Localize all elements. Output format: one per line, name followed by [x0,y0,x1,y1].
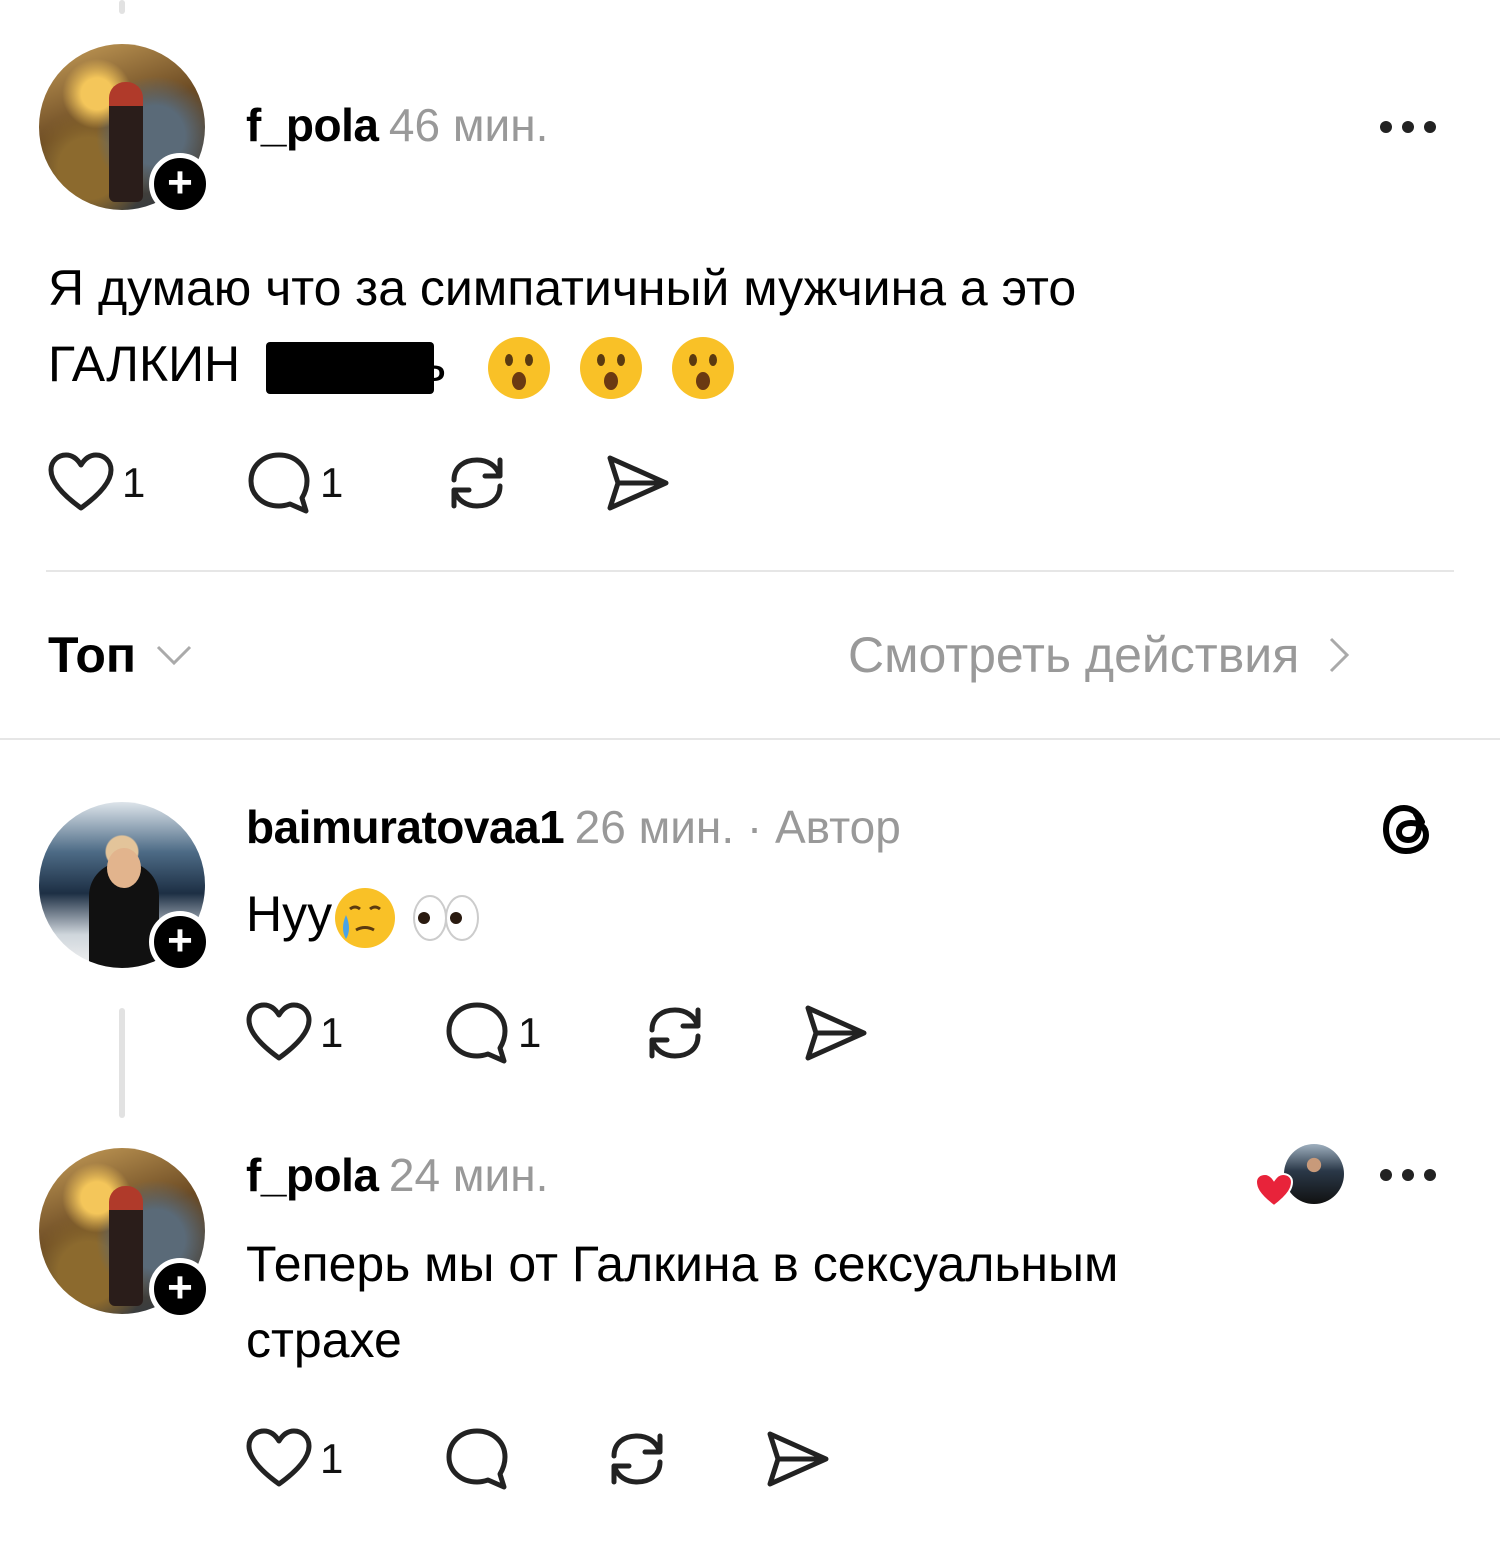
more-dots-icon[interactable] [1380,121,1436,133]
reply-text-line-2: страхе [246,1312,402,1368]
comment-bubble-icon [248,452,310,514]
username[interactable]: baimuratovaa1 [246,801,565,853]
repost-icon [451,457,503,509]
thread-connector-top [119,0,125,14]
share-button[interactable] [764,1428,830,1490]
reply-text: Теперь мы от Галкина в сексуальным страх… [246,1226,1396,1378]
comment-button[interactable] [444,1426,510,1492]
post-text-line-2: ГАЛКИН [48,336,241,392]
like-count: 1 [122,459,146,506]
comment-button[interactable]: 1 [444,1000,541,1066]
username[interactable]: f_pola [246,1149,379,1201]
comment-count: 1 [518,1009,542,1056]
heart-icon [246,1002,312,1061]
share-button[interactable] [604,452,670,514]
comment-bubble-icon [446,1002,508,1064]
heart-icon [1254,1172,1294,1208]
more-dots-icon[interactable] [1380,1169,1436,1181]
face-holding-back-tears-emoji [335,887,396,948]
like-button[interactable]: 1 [246,1002,343,1064]
astonished-face-emoji [671,336,734,399]
chevron-right-icon [1330,637,1350,673]
username[interactable]: f_pola [246,99,379,151]
follow-plus-icon[interactable]: + [149,911,211,973]
send-icon [767,1431,829,1487]
threads-logo-icon[interactable] [1378,798,1438,860]
like-button[interactable]: 1 [246,1428,343,1490]
timestamp-author: 26 мин. · Автор [574,801,901,853]
repost-button[interactable] [444,450,510,516]
astonished-face-emoji [488,336,551,399]
divider [0,738,1500,740]
follow-plus-icon[interactable]: + [149,1258,211,1320]
divider [46,570,1454,572]
repost-button[interactable] [604,1426,670,1492]
liked-by-author-indicator [1254,1144,1346,1210]
reply-text: Нуу [246,876,484,952]
share-button[interactable] [802,1002,868,1064]
timestamp: 46 мин. [388,99,549,151]
repost-icon [649,1007,701,1059]
like-count: 1 [320,1009,344,1056]
repost-button[interactable] [642,1000,708,1066]
post-text-line-1: Я думаю что за симпатичный мужчина а это [48,260,1077,316]
sort-dropdown[interactable]: Топ [48,626,194,684]
post-text-tail: ь [420,336,447,392]
like-button[interactable]: 1 [48,452,145,514]
thread-connector [119,1008,125,1118]
comment-count: 1 [320,459,344,506]
heart-icon [246,1428,312,1487]
follow-plus-icon[interactable]: + [149,153,211,215]
heart-icon [48,452,114,511]
astonished-face-emoji [579,336,642,399]
repost-icon [611,1433,663,1485]
chevron-down-icon [157,645,192,666]
reply-text-content: Нуу [246,886,333,942]
like-count: 1 [320,1435,344,1482]
reply-text-line-1: Теперь мы от Галкина в сексуальным [246,1236,1119,1292]
view-activity-link[interactable]: Смотреть действия [848,626,1353,684]
send-icon [805,1005,867,1061]
sort-label: Топ [48,627,137,683]
view-activity-label: Смотреть действия [848,627,1300,683]
redaction-bar [266,341,435,394]
eyes-emoji [413,894,480,941]
post-text: Я думаю что за симпатичный мужчина а это… [48,250,1348,402]
comment-button[interactable]: 1 [246,450,343,516]
send-icon [607,455,669,511]
timestamp: 24 мин. [388,1149,549,1201]
comment-bubble-icon [446,1428,508,1490]
